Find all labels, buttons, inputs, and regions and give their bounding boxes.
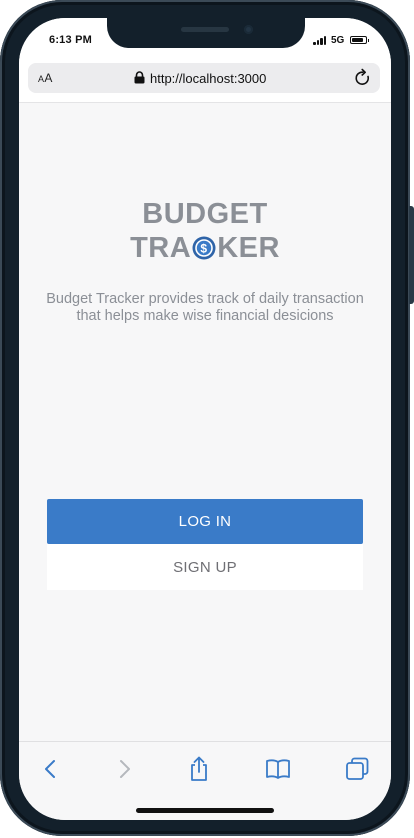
browser-toolbar — [19, 741, 391, 820]
lock-icon — [134, 71, 145, 84]
url-text[interactable]: http://localhost:3000 — [150, 71, 266, 86]
address-bar[interactable]: AA http://localhost:3000 — [28, 63, 380, 93]
app-tagline: Budget Tracker provides track of daily t… — [46, 291, 364, 324]
logo-line-2: TRA $ KER — [130, 231, 280, 265]
notch — [107, 18, 305, 48]
signal-icon — [313, 36, 327, 45]
logo-line-1: BUDGET — [142, 198, 268, 230]
screen: 6:13 PM 5G AA http://localhost:3000 BUDG… — [19, 18, 391, 820]
svg-text:$: $ — [201, 242, 208, 256]
bookmarks-icon[interactable] — [265, 756, 291, 782]
dollar-coin-icon: $ — [192, 236, 216, 260]
device: 6:13 PM 5G AA http://localhost:3000 BUDG… — [0, 0, 414, 838]
page-content: BUDGET TRA $ KER Budget Tracker provides… — [19, 103, 391, 741]
home-indicator[interactable] — [136, 808, 274, 813]
battery-level — [352, 38, 364, 42]
logo-line-2-end: KER — [217, 232, 280, 264]
back-icon[interactable] — [38, 756, 64, 782]
forward-icon[interactable] — [111, 756, 137, 782]
reload-icon[interactable] — [354, 68, 372, 88]
browser-address-area: AA http://localhost:3000 — [19, 62, 391, 103]
logo-line-2-start: TRA — [130, 232, 192, 264]
aa-large: A — [44, 71, 53, 85]
battery-icon — [350, 36, 369, 44]
app-logo: BUDGET TRA $ KER — [19, 197, 391, 265]
share-icon[interactable] — [186, 756, 212, 782]
login-button[interactable]: LOG IN — [47, 499, 363, 544]
signup-button[interactable]: SIGN UP — [47, 544, 363, 590]
side-button — [409, 206, 414, 304]
text-size-button[interactable]: AA — [38, 71, 53, 85]
tabs-icon[interactable] — [344, 756, 370, 782]
speaker — [181, 27, 229, 32]
status-time: 6:13 PM — [49, 34, 92, 46]
status-bar: 6:13 PM 5G — [19, 18, 391, 62]
camera — [244, 25, 253, 34]
network-type: 5G — [331, 35, 345, 46]
